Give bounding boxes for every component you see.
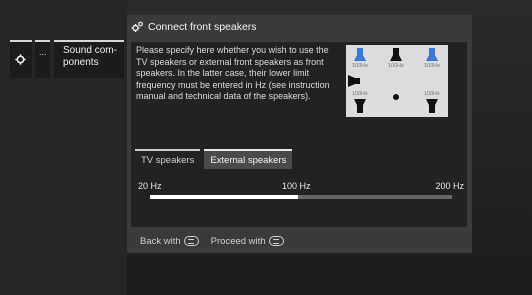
front-right-speaker-icon — [426, 48, 438, 61]
speaker-label-front-right: 100Hz — [424, 63, 440, 69]
back-key-icon — [183, 236, 199, 246]
rear-left-speaker-icon — [354, 99, 366, 113]
gear-icon — [15, 54, 26, 65]
rear-right-speaker-icon — [426, 99, 438, 113]
proceed-key-icon — [268, 236, 284, 246]
freq-max-label: 200 Hz — [435, 181, 464, 191]
speaker-layout-diagram: 100Hz 100Hz 100Hz 100Hz 100Hz — [346, 45, 448, 117]
dialog-footer: Back with Proceed with — [140, 234, 296, 248]
center-speaker-icon — [390, 48, 402, 61]
sound-components-menu-tile[interactable]: Sound com- ponents — [54, 40, 124, 78]
dialog-title-text: Connect front speakers — [148, 21, 257, 33]
listener-position-icon — [393, 94, 399, 100]
speaker-label-rear-right: 100Hz — [424, 91, 440, 97]
back-label: Back with — [140, 235, 181, 247]
more-label: ... — [39, 47, 47, 57]
speaker-label-center: 100Hz — [388, 63, 404, 69]
menu-strip: ... Sound com- ponents — [0, 0, 127, 295]
frequency-slider-fill — [150, 195, 298, 199]
proceed-label: Proceed with — [210, 235, 266, 247]
dialog-panel: Please specify here whether you wish to … — [131, 42, 467, 227]
frequency-scale: 20 Hz 100 Hz 200 Hz — [138, 181, 464, 193]
connect-front-speakers-dialog: Connect front speakers Please specify he… — [127, 15, 472, 253]
settings-menu-tile[interactable] — [10, 40, 32, 78]
settings-gear-icon — [131, 21, 143, 32]
front-left-speaker-icon — [354, 48, 366, 61]
frequency-slider[interactable] — [150, 195, 452, 199]
freq-min-label: 20 Hz — [138, 181, 162, 191]
side-speaker-icon — [348, 75, 360, 87]
tv-screen: ... Sound com- ponents Connect front spe… — [0, 0, 532, 295]
speaker-label-rear-left: 100Hz — [352, 91, 368, 97]
speaker-type-tabs: TV speakers External speakers — [135, 149, 296, 169]
more-menu-tile[interactable]: ... — [35, 40, 50, 78]
dialog-title: Connect front speakers — [131, 19, 257, 35]
freq-mid-label: 100 Hz — [282, 181, 311, 191]
tab-external-speakers[interactable]: External speakers — [204, 149, 293, 169]
tab-tv-speakers[interactable]: TV speakers — [135, 149, 201, 169]
speaker-label-front-left: 100Hz — [352, 63, 368, 69]
sound-components-label: Sound com- ponents — [63, 45, 117, 68]
description-text: Please specify here whether you wish to … — [136, 45, 330, 101]
